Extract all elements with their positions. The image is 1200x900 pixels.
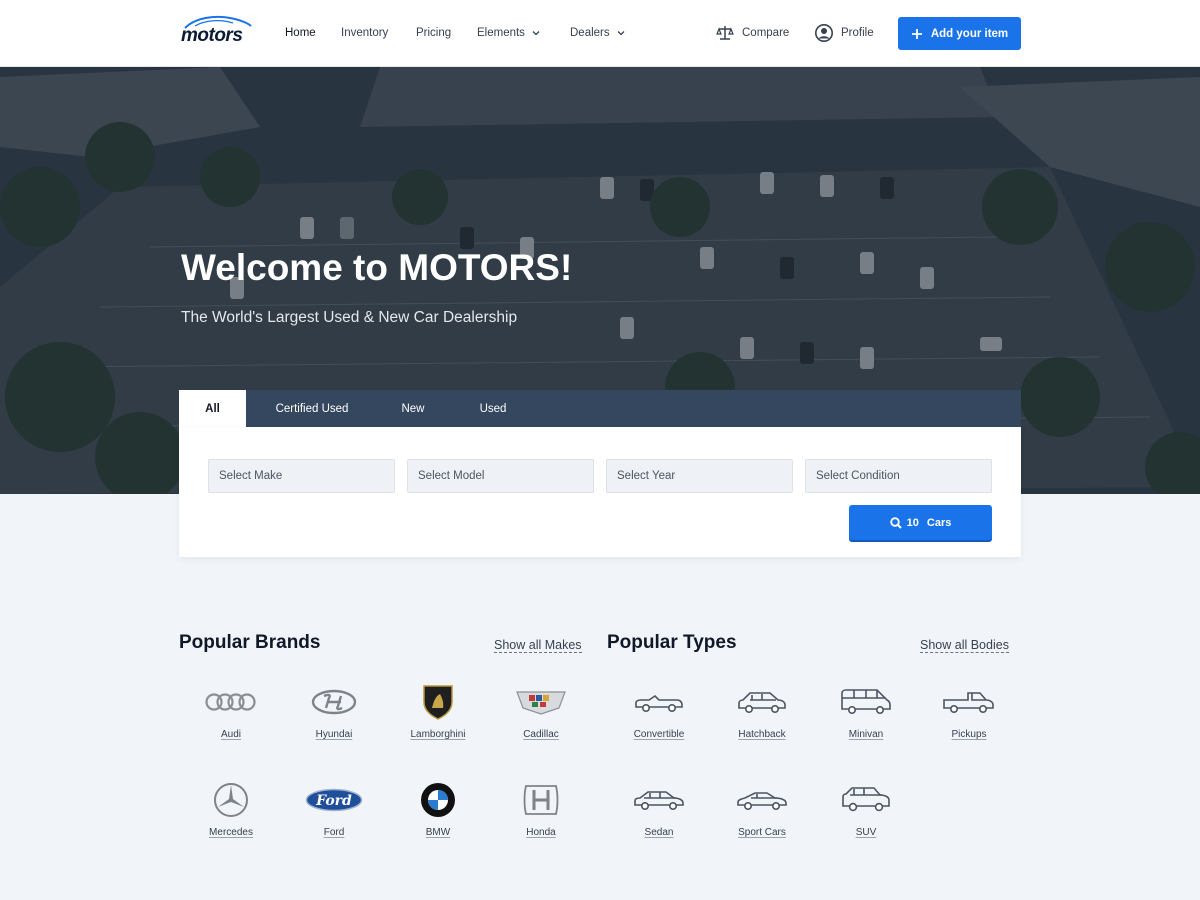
nav-home-label: Home: [285, 27, 316, 39]
honda-logo-icon: [511, 780, 571, 820]
brand-ford[interactable]: Ford Ford: [284, 780, 384, 850]
motors-logo[interactable]: motors: [181, 14, 253, 46]
show-all-makes-link[interactable]: Show all Makes: [494, 638, 582, 653]
popular-brands-title: Popular Brands: [179, 632, 321, 653]
select-make-label: Select Make: [219, 470, 283, 482]
search-icon: [889, 516, 902, 529]
brand-bmw-label: BMW: [425, 827, 451, 838]
brand-lamborghini-label: Lamborghini: [410, 729, 466, 740]
site-header: motors Home Inventory Pricing Elements D…: [0, 0, 1200, 67]
cars-label: Cars: [926, 516, 952, 529]
brand-mercedes-label: Mercedes: [209, 827, 253, 838]
tab-new[interactable]: New: [378, 390, 448, 427]
tab-new-label: New: [401, 402, 425, 415]
bmw-logo-icon: [408, 780, 468, 820]
type-pickups[interactable]: Pickups: [919, 682, 1019, 752]
search-cars-button[interactable]: 10 Cars: [849, 505, 992, 540]
hero-title: Welcome to MOTORS!: [181, 247, 573, 288]
nav-elements[interactable]: Elements: [477, 27, 541, 39]
compare-label: Compare: [742, 27, 790, 39]
tab-certified-used[interactable]: Certified Used: [246, 390, 378, 427]
brand-bmw[interactable]: BMW: [388, 780, 488, 850]
svg-text:Ford: Ford: [315, 793, 352, 809]
ford-logo-icon: Ford: [304, 780, 364, 820]
type-minivan[interactable]: Minivan: [816, 682, 916, 752]
profile-link[interactable]: Profile: [815, 24, 874, 42]
select-condition-label: Select Condition: [816, 470, 900, 482]
tab-all-label: All: [205, 402, 220, 415]
brand-hyundai[interactable]: Hyundai: [284, 682, 384, 752]
brand-audi[interactable]: Audi: [181, 682, 281, 752]
brand-honda[interactable]: Honda: [491, 780, 591, 850]
type-minivan-label: Minivan: [848, 729, 884, 740]
audi-logo-icon: [201, 682, 261, 722]
popular-types-title: Popular Types: [607, 632, 737, 653]
type-sedan[interactable]: Sedan: [609, 780, 709, 850]
select-condition[interactable]: Select Condition: [805, 459, 992, 493]
mercedes-logo-icon: [201, 780, 261, 820]
tab-certified-used-label: Certified Used: [275, 402, 349, 415]
compare-link[interactable]: Compare: [716, 24, 789, 42]
nav-elements-label: Elements: [477, 27, 525, 39]
nav-dealers[interactable]: Dealers: [570, 27, 626, 39]
type-suv-label: SUV: [855, 827, 877, 838]
type-hatchback-label: Hatchback: [738, 729, 786, 740]
search-panel: Select Make Select Model Select Year Sel…: [179, 427, 1021, 557]
brand-ford-label: Ford: [323, 827, 345, 838]
cadillac-logo-icon: [511, 682, 571, 722]
chevron-down-icon: [532, 31, 540, 36]
type-convertible-label: Convertible: [633, 729, 685, 740]
lamborghini-logo-icon: [408, 682, 468, 722]
nav-inventory[interactable]: Inventory: [341, 27, 388, 39]
brand-cadillac-label: Cadillac: [523, 729, 559, 740]
nav-home[interactable]: Home: [285, 27, 316, 39]
tab-used[interactable]: Used: [448, 390, 538, 427]
type-hatchback[interactable]: Hatchback: [712, 682, 812, 752]
user-icon: [815, 24, 833, 42]
plus-icon: [911, 28, 922, 39]
select-year[interactable]: Select Year: [606, 459, 793, 493]
profile-label: Profile: [841, 27, 874, 39]
cars-count: 10: [906, 516, 919, 529]
sedan-icon: [629, 780, 689, 820]
search-tabs: All Certified Used New Used: [179, 390, 1021, 427]
nav-pricing[interactable]: Pricing: [416, 27, 451, 39]
show-all-bodies-link[interactable]: Show all Bodies: [920, 638, 1009, 653]
brand-mercedes[interactable]: Mercedes: [181, 780, 281, 850]
type-convertible[interactable]: Convertible: [609, 682, 709, 752]
type-sport-cars[interactable]: Sport Cars: [712, 780, 812, 850]
tab-all[interactable]: All: [179, 390, 246, 427]
nav-pricing-label: Pricing: [416, 27, 452, 39]
brand-lamborghini[interactable]: Lamborghini: [388, 682, 488, 752]
type-suv[interactable]: SUV: [816, 780, 916, 850]
select-model[interactable]: Select Model: [407, 459, 594, 493]
add-your-item-label: Add your item: [930, 27, 1009, 40]
add-your-item-button[interactable]: Add your item: [898, 17, 1021, 50]
chevron-down-icon: [617, 31, 625, 36]
hero-subtitle: The World's Largest Used & New Car Deale…: [181, 309, 518, 326]
suv-icon: [836, 780, 896, 820]
select-make[interactable]: Select Make: [208, 459, 395, 493]
minivan-icon: [836, 682, 896, 722]
nav-inventory-label: Inventory: [341, 27, 389, 39]
sport-car-icon: [732, 780, 792, 820]
convertible-icon: [629, 682, 689, 722]
hyundai-logo-icon: [304, 682, 364, 722]
select-model-label: Select Model: [418, 470, 485, 482]
hatchback-icon: [732, 682, 792, 722]
type-sedan-label: Sedan: [644, 827, 674, 838]
tab-used-label: Used: [479, 402, 507, 415]
brand-cadillac[interactable]: Cadillac: [491, 682, 591, 752]
pickup-icon: [939, 682, 999, 722]
brand-hyundai-label: Hyundai: [315, 729, 353, 740]
scale-icon: [716, 26, 734, 40]
select-year-label: Select Year: [617, 470, 676, 482]
type-sport-cars-label: Sport Cars: [738, 827, 786, 838]
nav-dealers-label: Dealers: [570, 27, 610, 39]
brand-honda-label: Honda: [526, 827, 556, 838]
type-pickups-label: Pickups: [951, 729, 987, 740]
logo-text: motors: [181, 25, 243, 46]
brand-audi-label: Audi: [220, 729, 241, 740]
